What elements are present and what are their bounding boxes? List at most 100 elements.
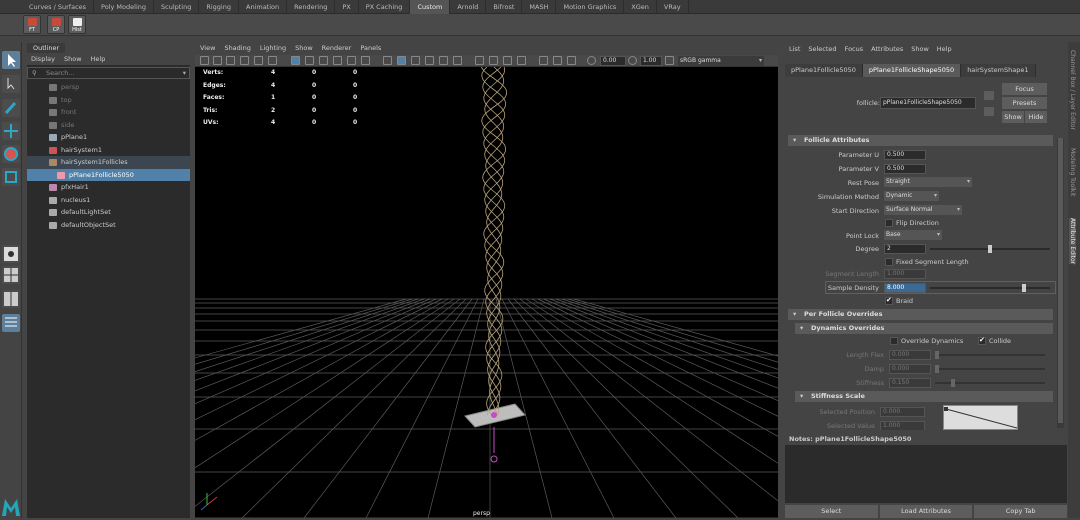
tab-hair-system-shape[interactable]: hairSystemShape1 <box>961 64 1036 77</box>
tab-follicle-transform[interactable]: pPlane1Follicle5050 <box>785 64 863 77</box>
outliner-item[interactable]: top <box>27 94 190 107</box>
antialiasing-icon[interactable] <box>503 56 512 65</box>
grease-pencil-icon[interactable] <box>268 56 277 65</box>
fixed-segment-checkbox[interactable] <box>885 258 893 266</box>
shelf-button-ft[interactable]: FT <box>23 15 41 34</box>
lasso-tool-icon[interactable] <box>2 75 20 93</box>
degree-slider[interactable] <box>930 245 1050 253</box>
shelf-tab[interactable]: Animation <box>239 0 288 14</box>
grid-icon[interactable] <box>291 56 300 65</box>
show-button[interactable]: Show <box>1002 111 1024 123</box>
collide-checkbox[interactable] <box>978 336 986 345</box>
flip-direction-checkbox[interactable] <box>885 219 893 227</box>
override-dynamics-checkbox[interactable] <box>890 337 898 345</box>
degree-slider-handle[interactable] <box>988 245 992 253</box>
xray-joints-icon[interactable] <box>567 56 576 65</box>
selected-value-field[interactable]: 1.000 <box>880 421 925 430</box>
go-to-input-icon[interactable] <box>984 91 994 100</box>
film-gate-icon[interactable] <box>305 56 314 65</box>
image-plane-icon[interactable] <box>240 56 249 65</box>
sample-density-field[interactable]: 8.000 <box>884 283 926 293</box>
shelf-tab[interactable]: Curves / Surfaces <box>22 0 95 14</box>
bookmark-icon[interactable] <box>226 56 235 65</box>
shelf-tab[interactable]: MASH <box>522 0 557 14</box>
rest-pose-dropdown[interactable]: Straight <box>884 177 972 187</box>
load-attributes-button[interactable]: Load Attributes <box>879 505 973 518</box>
outliner-tab[interactable]: Outliner <box>27 43 66 53</box>
outliner-item[interactable]: defaultLightSet <box>27 206 190 219</box>
wireframe-icon[interactable] <box>383 56 392 65</box>
copy-tab-button[interactable]: Copy Tab <box>974 505 1068 518</box>
layout-outliner-icon[interactable] <box>2 314 20 332</box>
move-tool-icon[interactable] <box>2 122 20 140</box>
outliner-search-input[interactable]: ⚲ Search... ▾ <box>27 67 190 79</box>
camera-select-icon[interactable] <box>200 56 209 65</box>
safe-action-icon[interactable] <box>361 56 370 65</box>
gamma-icon[interactable] <box>628 56 637 65</box>
motion-blur-icon[interactable] <box>489 56 498 65</box>
outliner-item[interactable]: side <box>27 119 190 132</box>
outliner-item[interactable]: persp <box>27 81 190 94</box>
shelf-tab[interactable]: Arnold <box>450 0 487 14</box>
menu-focus[interactable]: Focus <box>845 45 864 53</box>
field-chart-icon[interactable] <box>347 56 356 65</box>
menu-attributes[interactable]: Attributes <box>871 45 903 53</box>
selected-position-field[interactable]: 0.000 <box>880 407 925 417</box>
outliner-item[interactable]: pfxHair1 <box>27 181 190 194</box>
shelf-tab-custom[interactable]: Custom <box>410 0 451 14</box>
follicle-marker[interactable] <box>491 412 497 418</box>
gamma-field[interactable]: 1.00 <box>640 56 662 66</box>
length-flex-field[interactable]: 0.000 <box>889 350 931 360</box>
shelf-tab[interactable]: PX Caching <box>359 0 411 14</box>
outliner-item[interactable]: pPlane1 <box>27 131 190 144</box>
notes-textarea[interactable] <box>785 445 1067 503</box>
paint-select-icon[interactable] <box>2 99 20 117</box>
shelf-tab[interactable]: XGen <box>624 0 657 14</box>
hair-strands[interactable] <box>480 67 507 416</box>
outliner-item[interactable]: nucleus1 <box>27 194 190 207</box>
2d-pan-icon[interactable] <box>254 56 263 65</box>
length-flex-slider-handle[interactable] <box>935 351 939 359</box>
attribute-editor-scrollbar[interactable] <box>1057 138 1064 428</box>
chevron-down-icon[interactable]: ▾ <box>183 68 186 78</box>
stiffness-scale-ramp[interactable] <box>943 405 1018 430</box>
shelf-tab[interactable]: Rigging <box>199 0 239 14</box>
exposure-icon[interactable] <box>587 56 596 65</box>
outliner-item[interactable]: hairSystem1 <box>27 144 190 157</box>
menu-show[interactable]: Show <box>911 45 929 53</box>
damp-field[interactable]: 0.000 <box>889 364 931 374</box>
shelf-tab[interactable]: Rendering <box>287 0 336 14</box>
default-material-icon[interactable] <box>411 56 420 65</box>
section-stiffness-scale[interactable]: Stiffness Scale <box>795 391 1053 402</box>
gate-mask-icon[interactable] <box>333 56 342 65</box>
damp-slider-handle[interactable] <box>935 365 939 373</box>
section-dynamics-overrides[interactable]: Dynamics Overrides <box>795 323 1053 334</box>
focus-button[interactable]: Focus <box>1002 83 1047 95</box>
menu-show[interactable]: Show <box>64 55 82 63</box>
shelf-tab[interactable]: Bifrost <box>486 0 523 14</box>
menu-help[interactable]: Help <box>937 45 952 53</box>
outliner-item[interactable]: defaultObjectSet <box>27 219 190 232</box>
length-flex-slider[interactable] <box>935 351 1045 359</box>
smooth-shade-icon[interactable] <box>397 56 406 65</box>
stiffness-field[interactable]: 0.150 <box>889 378 931 388</box>
hide-button[interactable]: Hide <box>1025 111 1047 123</box>
braid-checkbox[interactable] <box>885 296 893 305</box>
color-management-icon[interactable] <box>665 56 674 65</box>
shelf-tab[interactable]: VRay <box>657 0 689 14</box>
menu-renderer[interactable]: Renderer <box>322 44 352 52</box>
color-space-dropdown[interactable]: sRGB gamma <box>678 56 764 66</box>
camera-attr-icon[interactable] <box>213 56 222 65</box>
presets-button[interactable]: Presets <box>1002 97 1047 109</box>
layout-split-icon[interactable] <box>2 290 20 308</box>
section-follicle-attributes[interactable]: Follicle Attributes <box>788 135 1053 146</box>
shelf-button-hist[interactable]: Hist <box>68 15 86 34</box>
segment-length-field[interactable]: 1.000 <box>884 269 926 279</box>
param-v-field[interactable]: 0.500 <box>884 164 926 174</box>
textured-icon[interactable] <box>425 56 434 65</box>
exposure-field[interactable]: 0.00 <box>600 56 626 66</box>
menu-panels[interactable]: Panels <box>360 44 381 52</box>
point-lock-dropdown[interactable]: Base <box>884 230 942 240</box>
layout-quad-icon[interactable] <box>2 266 20 284</box>
start-direction-dropdown[interactable]: Surface Normal <box>884 205 962 215</box>
